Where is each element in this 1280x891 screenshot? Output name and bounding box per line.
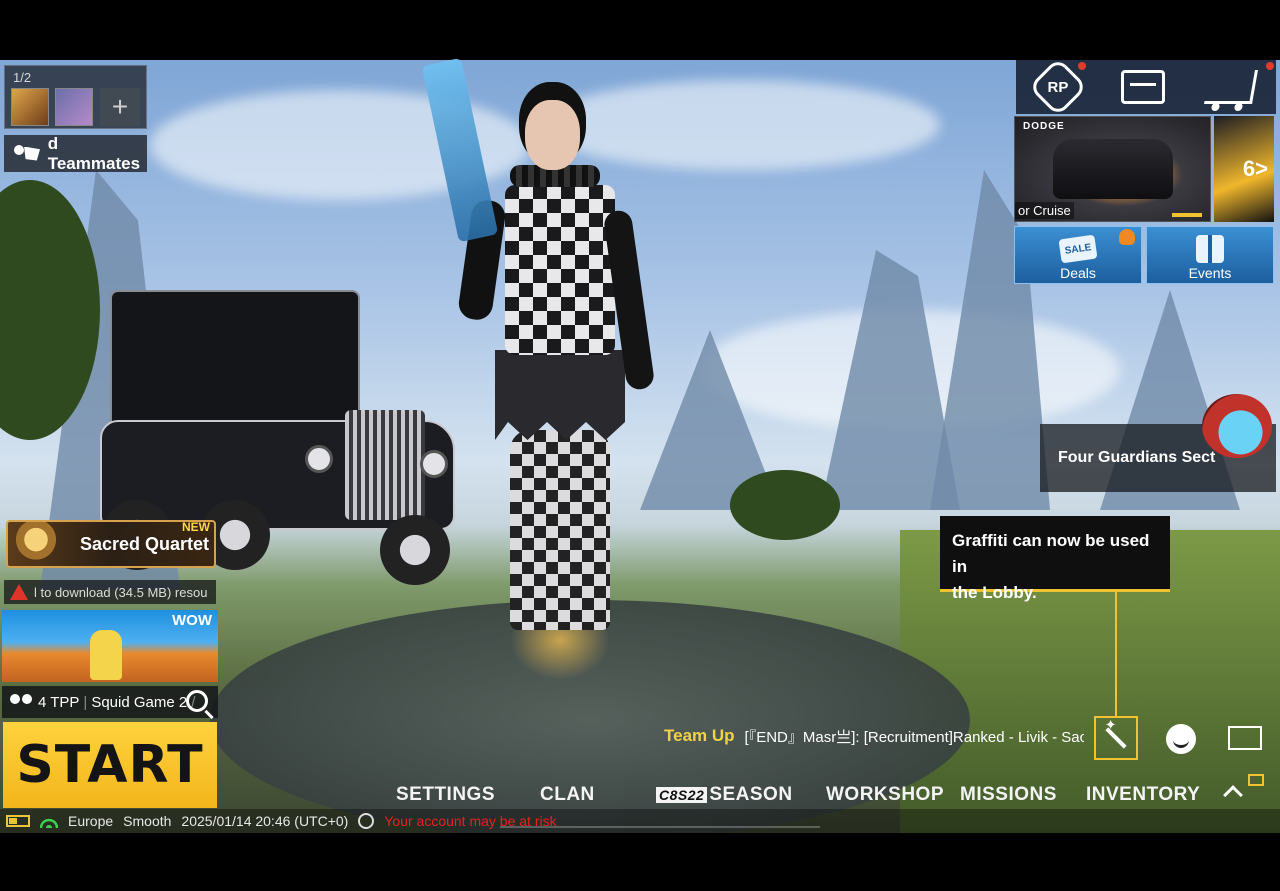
letterbox-bottom — [0, 833, 1280, 891]
bottom-nav: SETTINGS CLAN C8S22 SEASON WORKSHOP MISSI… — [370, 784, 1270, 814]
promo-brand: DODGE — [1023, 121, 1065, 132]
wifi-icon — [40, 814, 58, 828]
mail-icon[interactable] — [1248, 774, 1264, 786]
sacred-quartet-banner[interactable]: Sacred Quartet NEW — [6, 520, 216, 568]
battery-icon — [6, 815, 30, 827]
tooltip-line-2: the Lobby. — [952, 583, 1037, 602]
mode-selector[interactable]: 4 TPP | Squid Game 2 / — [2, 686, 218, 718]
bell-icon — [1119, 229, 1135, 245]
avatar[interactable] — [55, 88, 93, 126]
download-text: l to download (34.5 MB) resou — [34, 584, 208, 600]
rp-notification-dot — [1078, 62, 1086, 70]
deals-label: Deals — [1060, 265, 1096, 281]
mode-character-image — [90, 630, 122, 680]
promo-progress — [1172, 213, 1202, 217]
people-icon — [12, 143, 40, 165]
promo-next-label: 6> — [1242, 156, 1268, 181]
team-up-label[interactable]: Team Up — [664, 726, 735, 746]
letterbox-top — [0, 0, 1280, 60]
team-panel: 1/2 + — [4, 65, 147, 129]
nav-workshop[interactable]: WORKSHOP — [826, 784, 944, 806]
cart-icon[interactable] — [1204, 70, 1258, 104]
chat-bar[interactable]: Team Up [『END』Masr亗]: [Recruitment]Ranke… — [664, 722, 1084, 750]
trophy-icon — [16, 522, 56, 566]
crate-icon[interactable] — [1121, 70, 1165, 104]
event-title: Sacred Quartet — [80, 533, 210, 554]
promo-caption: or Cruise — [1015, 202, 1074, 219]
mode-separator: | — [83, 693, 88, 711]
download-notice[interactable]: l to download (34.5 MB) resou — [4, 580, 216, 604]
team-count: 1/2 — [13, 70, 32, 85]
emote-icon[interactable] — [1166, 724, 1196, 754]
events-label: Events — [1188, 265, 1232, 281]
promo-car-image — [1053, 139, 1173, 199]
start-button[interactable]: START — [3, 722, 217, 808]
datetime: 2025/01/14 20:46 (UTC+0) — [181, 813, 349, 829]
find-teammates-button[interactable]: d Teammates — [4, 133, 147, 173]
season-badge: C8S22 — [656, 787, 708, 803]
nav-season[interactable]: C8S22 SEASON — [656, 784, 793, 806]
store-bar: RP — [1016, 57, 1276, 117]
graffiti-tooltip: Graffiti can now be used in the Lobby. — [940, 516, 1170, 602]
gift-icon — [1196, 235, 1224, 263]
account-warning-icon — [358, 813, 375, 829]
promo-card[interactable]: DODGE or Cruise — [1014, 116, 1211, 222]
player-character[interactable] — [421, 57, 656, 690]
events-button[interactable]: Events — [1146, 226, 1274, 284]
find-teammates-label: d Teammates — [47, 133, 141, 173]
mode-preview[interactable]: WOW — [2, 610, 218, 682]
graphics-quality: Smooth — [123, 813, 172, 829]
search-icon[interactable] — [186, 690, 208, 712]
start-label: START — [16, 735, 204, 795]
avatar[interactable] — [11, 88, 49, 126]
wand-icon — [1105, 727, 1127, 749]
nav-missions[interactable]: MISSIONS — [960, 784, 1057, 806]
server-region[interactable]: Europe — [68, 813, 113, 829]
tooltip-connector — [1115, 592, 1117, 716]
add-teammate-button[interactable]: + — [100, 88, 140, 126]
sale-icon: SALE — [1058, 234, 1098, 264]
tooltip-line-1: Graffiti can now be used in — [952, 531, 1150, 576]
warning-icon — [10, 584, 28, 600]
graffiti-button[interactable] — [1094, 716, 1138, 760]
guardians-label: Four Guardians Sect — [1058, 449, 1216, 466]
nav-inventory[interactable]: INVENTORY — [1086, 784, 1200, 806]
nav-divider — [500, 826, 820, 828]
season-label: SEASON — [709, 784, 793, 805]
new-badge: NEW — [182, 520, 210, 534]
plus-icon: + — [111, 91, 129, 122]
deals-button[interactable]: SALE Deals — [1014, 226, 1142, 284]
nav-settings[interactable]: SETTINGS — [396, 784, 495, 806]
mode-name: Squid Game 2 — [91, 693, 188, 711]
rp-label: RP — [1047, 78, 1069, 96]
chat-message: [『END』Masr亗]: [Recruitment]Ranked - Livi… — [744, 728, 1084, 746]
fullscreen-icon[interactable] — [1228, 726, 1262, 750]
promo-next-button[interactable]: 6> — [1214, 116, 1274, 222]
wow-tag: WOW — [172, 612, 212, 629]
shop-notification-dot — [1266, 62, 1274, 70]
helmet-icon[interactable] — [1202, 394, 1272, 458]
nav-clan[interactable]: CLAN — [540, 784, 595, 806]
squad-icon — [8, 694, 34, 710]
mode-perspective: 4 TPP — [38, 693, 80, 711]
